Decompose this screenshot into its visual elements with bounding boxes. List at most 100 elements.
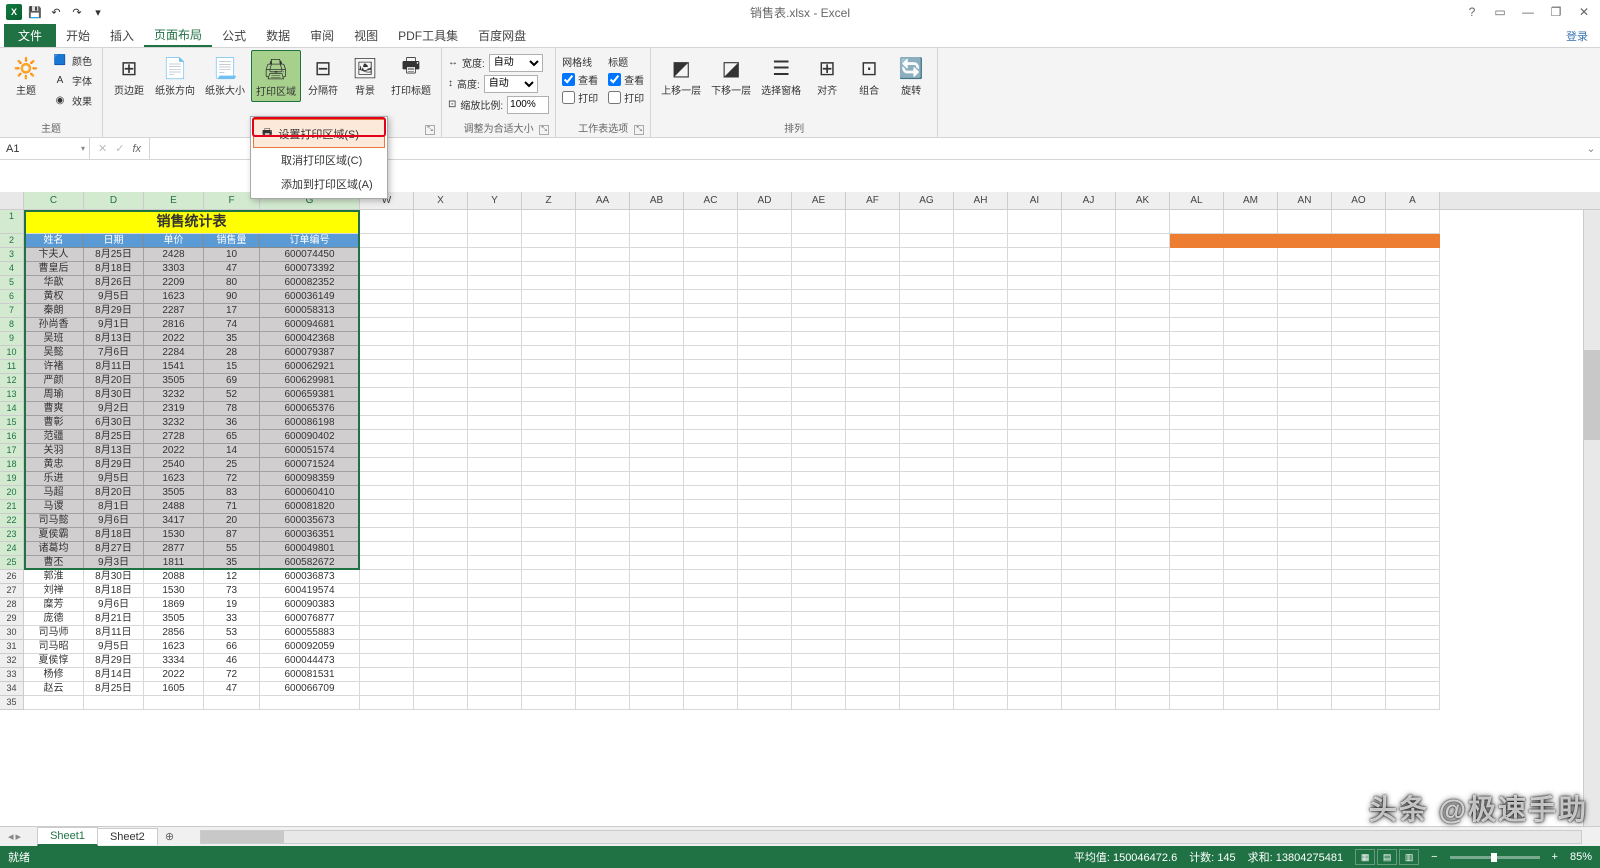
cell[interactable] (846, 542, 900, 556)
cell[interactable] (1332, 290, 1386, 304)
cell[interactable]: 8月11日 (84, 626, 144, 640)
cell[interactable] (954, 262, 1008, 276)
row-header-5[interactable]: 5 (0, 276, 24, 290)
row-header-18[interactable]: 18 (0, 458, 24, 472)
cell[interactable] (630, 262, 684, 276)
cell[interactable] (468, 612, 522, 626)
tab-pdf-tools[interactable]: PDF工具集 (388, 24, 468, 47)
cell[interactable] (792, 430, 846, 444)
cell[interactable]: 夏侯霸 (24, 528, 84, 542)
cell[interactable] (468, 374, 522, 388)
cell[interactable]: 600073392 (260, 262, 360, 276)
cell[interactable]: 8月14日 (84, 668, 144, 682)
cell[interactable] (954, 682, 1008, 696)
cell[interactable] (846, 360, 900, 374)
cell[interactable]: 1605 (144, 682, 204, 696)
cell[interactable] (630, 416, 684, 430)
cell[interactable] (468, 290, 522, 304)
cell[interactable]: 单价 (144, 234, 204, 248)
row-header-12[interactable]: 12 (0, 374, 24, 388)
cell[interactable] (1386, 402, 1440, 416)
width-select[interactable]: 自动 (489, 54, 543, 72)
cell[interactable] (1386, 248, 1440, 262)
cell[interactable] (522, 360, 576, 374)
name-box[interactable]: A1 (0, 138, 90, 159)
cell[interactable] (414, 514, 468, 528)
cell[interactable] (522, 626, 576, 640)
cell[interactable] (1170, 318, 1224, 332)
cell[interactable] (900, 374, 954, 388)
cell[interactable] (522, 304, 576, 318)
cell[interactable] (1278, 262, 1332, 276)
cell[interactable] (468, 360, 522, 374)
cell[interactable] (1332, 584, 1386, 598)
cell[interactable] (684, 388, 738, 402)
cell[interactable] (792, 290, 846, 304)
cell[interactable] (522, 584, 576, 598)
cell[interactable] (522, 570, 576, 584)
cell[interactable] (738, 500, 792, 514)
cell[interactable] (522, 248, 576, 262)
cell[interactable] (1116, 626, 1170, 640)
cell[interactable] (1008, 234, 1062, 248)
cell[interactable]: 孙尚香 (24, 318, 84, 332)
row-header-2[interactable]: 2 (0, 234, 24, 248)
cell[interactable] (468, 304, 522, 318)
cell[interactable] (1224, 486, 1278, 500)
cell[interactable] (792, 360, 846, 374)
cell[interactable] (900, 612, 954, 626)
cell[interactable] (792, 528, 846, 542)
row-header-21[interactable]: 21 (0, 500, 24, 514)
cell[interactable] (1386, 500, 1440, 514)
cell[interactable] (630, 210, 684, 234)
row-header-1[interactable]: 1 (0, 210, 24, 234)
cell[interactable] (954, 570, 1008, 584)
cell[interactable]: 8月26日 (84, 276, 144, 290)
cell[interactable] (684, 360, 738, 374)
cell[interactable] (1224, 262, 1278, 276)
cell[interactable] (414, 304, 468, 318)
cell[interactable] (954, 654, 1008, 668)
cell[interactable] (684, 346, 738, 360)
cell[interactable] (792, 416, 846, 430)
cell[interactable] (1008, 598, 1062, 612)
cell[interactable]: 司马懿 (24, 514, 84, 528)
cell[interactable] (1332, 668, 1386, 682)
cell[interactable] (1116, 388, 1170, 402)
cell[interactable]: 35 (204, 332, 260, 346)
cell[interactable]: 66 (204, 640, 260, 654)
cell[interactable] (1224, 416, 1278, 430)
cell[interactable] (1278, 276, 1332, 290)
cell[interactable] (630, 640, 684, 654)
cell[interactable] (1170, 626, 1224, 640)
cell[interactable]: 吴懿 (24, 346, 84, 360)
cell[interactable] (1116, 444, 1170, 458)
zoom-in-button[interactable]: + (1552, 851, 1558, 863)
cell[interactable] (1332, 458, 1386, 472)
cell[interactable] (576, 682, 630, 696)
cell[interactable]: 14 (204, 444, 260, 458)
col-header-AO[interactable]: AO (1332, 192, 1386, 209)
cell[interactable] (1116, 262, 1170, 276)
cell[interactable] (630, 696, 684, 710)
cell[interactable]: 600582672 (260, 556, 360, 570)
cell[interactable] (684, 374, 738, 388)
add-sheet-button[interactable]: ⊕ (157, 828, 182, 845)
cell[interactable]: 12 (204, 570, 260, 584)
cell[interactable] (1008, 640, 1062, 654)
cell[interactable] (1008, 210, 1062, 234)
cell[interactable] (792, 444, 846, 458)
cell[interactable] (468, 388, 522, 402)
cell[interactable] (1062, 402, 1116, 416)
cell[interactable]: 47 (204, 682, 260, 696)
cell[interactable] (414, 584, 468, 598)
cell[interactable] (414, 556, 468, 570)
cell[interactable] (522, 234, 576, 248)
cell[interactable] (1278, 318, 1332, 332)
cell[interactable] (954, 542, 1008, 556)
cell[interactable] (1386, 444, 1440, 458)
cell[interactable] (738, 430, 792, 444)
row-header-33[interactable]: 33 (0, 668, 24, 682)
excel-icon[interactable]: X (4, 2, 24, 22)
cell[interactable] (468, 402, 522, 416)
